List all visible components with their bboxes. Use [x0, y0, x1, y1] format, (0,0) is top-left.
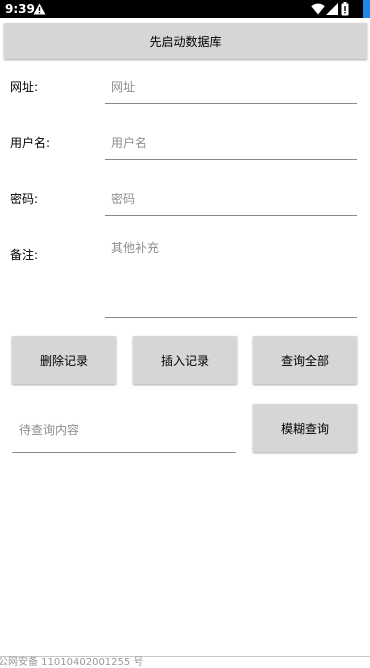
footer-text: 公网安备 11010402001255 号	[0, 657, 144, 668]
password-placeholder: 密码	[111, 192, 136, 206]
fuzzy-query-button[interactable]: 模糊查询	[253, 404, 357, 452]
wifi-icon	[311, 3, 325, 15]
insert-record-button[interactable]: 插入记录	[133, 336, 237, 384]
status-bar: 9:39	[0, 0, 370, 18]
query-all-button[interactable]: 查询全部	[253, 336, 357, 384]
note-textarea[interactable]: 其他补充	[105, 234, 357, 318]
cell-signal-icon	[326, 3, 338, 15]
url-placeholder: 网址	[111, 80, 136, 94]
username-label: 用户名:	[10, 136, 51, 150]
username-placeholder: 用户名	[111, 136, 148, 150]
search-input[interactable]: 待查询内容	[12, 404, 236, 453]
password-input[interactable]: 密码	[105, 178, 357, 216]
search-placeholder: 待查询内容	[19, 423, 80, 437]
battery-icon	[341, 2, 349, 16]
url-input[interactable]: 网址	[105, 66, 357, 104]
status-time: 9:39	[5, 2, 35, 16]
warning-icon	[33, 3, 46, 15]
url-label: 网址:	[10, 80, 39, 94]
username-input[interactable]: 用户名	[105, 122, 357, 160]
accent-strip	[363, 0, 370, 18]
start-database-button[interactable]: 先启动数据库	[4, 23, 367, 59]
password-label: 密码:	[10, 192, 39, 206]
note-placeholder: 其他补充	[111, 241, 160, 255]
delete-record-button[interactable]: 删除记录	[12, 336, 116, 384]
note-label: 备注:	[10, 248, 39, 262]
